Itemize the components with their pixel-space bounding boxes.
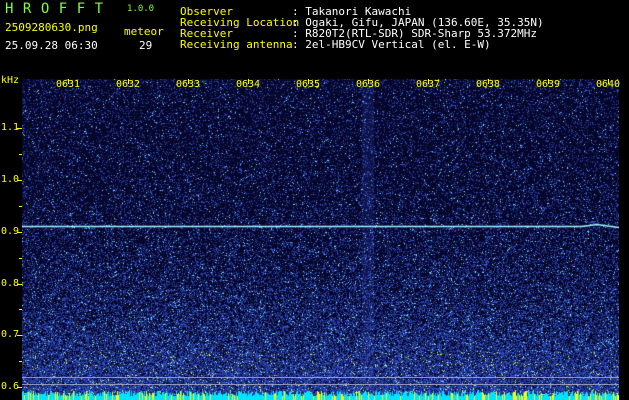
hrofft-screen: HROFFT 1.0.0 2509280630.png 25.09.28 06:… <box>0 0 629 400</box>
y-tick-label: 0.9 <box>1 225 20 237</box>
spectrogram-waterfall <box>22 79 619 400</box>
meteor-label: meteor <box>124 25 164 38</box>
y-tick-label: 0.8 <box>1 277 20 289</box>
file-name: 2509280630.png <box>5 21 98 34</box>
y-tick-label: 1.0 <box>1 173 20 185</box>
y-axis-unit: kHz <box>1 75 20 86</box>
info-value-antenna: : 2el-HB9CV Vertical (el. E-W) <box>292 38 491 51</box>
app-logo: HROFFT <box>5 1 113 17</box>
y-tick-label: 0.7 <box>1 329 20 341</box>
y-tick-label: 0.6 <box>1 381 20 393</box>
spectrogram-canvas <box>22 79 619 400</box>
y-tick-label: 1.1 <box>1 122 20 134</box>
app-version: 1.0.0 <box>127 4 155 14</box>
info-label-antenna: Receiving antenna <box>180 38 293 51</box>
meteor-count: 29 <box>139 39 153 52</box>
capture-datetime: 25.09.28 06:30 <box>5 39 98 52</box>
